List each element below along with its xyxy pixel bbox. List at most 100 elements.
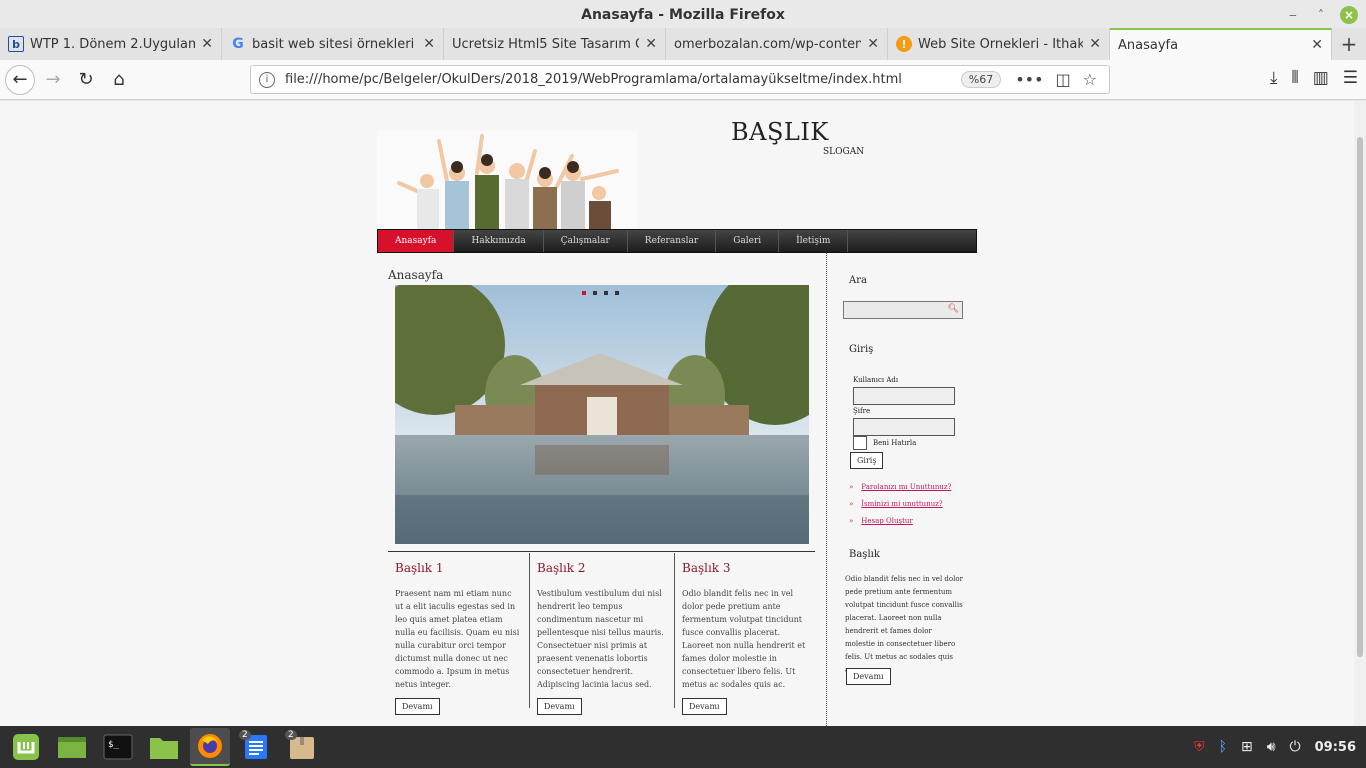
- create-account-link[interactable]: Hesap Oluştur: [861, 513, 912, 530]
- account-links: » Parolanızı mı Unuttunuz? » İsminizi mi u…: [849, 479, 951, 530]
- desktop-icon[interactable]: [52, 728, 92, 766]
- forgot-username-link[interactable]: İsminizi mi unuttunuz?: [861, 496, 942, 513]
- page-actions-icon[interactable]: •••: [1015, 70, 1043, 89]
- close-window-icon[interactable]: ×: [1340, 6, 1358, 24]
- svg-text:$_: $_: [108, 740, 119, 750]
- tab-omerbozalan[interactable]: omerbozalan.com/wp-content/up ✕: [666, 28, 888, 60]
- navigation-toolbar: ← → ↻ ⌂ i file:///home/pc/Belgeler/OkulD…: [0, 60, 1366, 100]
- bluetooth-icon[interactable]: ᛒ: [1219, 739, 1227, 755]
- new-tab-icon[interactable]: +: [1332, 28, 1366, 60]
- remember-me-checkbox[interactable]: [853, 436, 867, 450]
- main-content: Anasayfa Başlık 1 Praesent nam mi etiam …: [377, 253, 827, 726]
- menu-item-calismalar[interactable]: Çalışmalar: [544, 230, 628, 252]
- download-icon[interactable]: ⤓: [1270, 68, 1278, 88]
- username-label: Kullanıcı Adı: [853, 376, 899, 384]
- text-editor-icon[interactable]: 2: [236, 728, 276, 766]
- password-input[interactable]: [853, 418, 955, 436]
- vertical-scrollbar[interactable]: [1354, 101, 1366, 726]
- read-more-button[interactable]: Devamı: [682, 698, 727, 715]
- bullet-icon: »: [849, 483, 854, 491]
- tab-close-icon[interactable]: ✕: [423, 36, 435, 52]
- password-label: Şifre: [853, 407, 871, 415]
- tab-google[interactable]: G basit web sitesi örnekleri - Go ✕: [222, 28, 444, 60]
- sidebar: Ara 🔍︎ Giriş Kullanıcı Adı Şifre Beni Ha…: [826, 253, 977, 726]
- files-icon[interactable]: [144, 728, 184, 766]
- column-title: Başlık 1: [395, 561, 444, 575]
- column-title: Başlık 3: [682, 561, 731, 575]
- tab-label: Anasayfa: [1118, 37, 1179, 53]
- page-heading: Anasayfa: [388, 268, 444, 282]
- back-icon[interactable]: ←: [5, 64, 35, 95]
- maximize-icon[interactable]: ˄: [1312, 6, 1330, 24]
- url-bar[interactable]: i file:///home/pc/Belgeler/OkulDers/2018…: [250, 65, 1110, 94]
- tab-label: omerbozalan.com/wp-content/up: [674, 36, 862, 52]
- tab-close-icon[interactable]: ✕: [201, 36, 213, 52]
- username-input[interactable]: [853, 387, 955, 405]
- menu-item-galeri[interactable]: Galeri: [716, 230, 780, 252]
- column-text: Praesent nam mi etiam nunc ut a elit iac…: [395, 589, 520, 689]
- forward-icon[interactable]: →: [38, 65, 68, 95]
- tab-close-icon[interactable]: ✕: [645, 36, 657, 52]
- menu-icon[interactable]: ☰: [1343, 68, 1358, 88]
- power-icon[interactable]: ⏻: [1290, 739, 1301, 755]
- website: BAŞLIK SLOGAN Anasayfa Hakkımızda Çalışm…: [377, 101, 977, 726]
- site-info-icon[interactable]: i: [259, 71, 275, 88]
- sidebar-icon[interactable]: ▥: [1313, 68, 1329, 88]
- search-heading: Ara: [849, 275, 867, 286]
- scrollbar-thumb[interactable]: [1357, 137, 1363, 657]
- tab-ithaki[interactable]: ! Web Site Örnekleri - İthaki Aja ✕: [888, 28, 1110, 60]
- site-header: BAŞLIK SLOGAN: [377, 101, 977, 229]
- reload-icon[interactable]: ↻: [71, 65, 101, 95]
- zoom-badge[interactable]: %67: [960, 71, 1002, 88]
- search-icon[interactable]: 🔍︎: [948, 304, 959, 314]
- url-text[interactable]: file:///home/pc/Belgeler/OkulDers/2018_2…: [285, 72, 961, 87]
- menu-item-referanslar[interactable]: Referanslar: [628, 230, 717, 252]
- slider-dot[interactable]: [615, 291, 619, 295]
- archive-icon[interactable]: 2: [282, 728, 322, 766]
- tab-html5[interactable]: Ücretsiz Html5 Site Tasarım Örne ✕: [444, 28, 666, 60]
- search-input[interactable]: 🔍︎: [843, 301, 963, 319]
- box-read-more-button[interactable]: Devamı: [846, 668, 891, 685]
- library-icon[interactable]: ⫴: [1292, 68, 1299, 88]
- firefox-icon[interactable]: [190, 728, 230, 766]
- tab-close-icon[interactable]: ✕: [1311, 37, 1323, 53]
- clock[interactable]: 09:56: [1315, 740, 1356, 755]
- volume-icon[interactable]: 🔊︎: [1267, 739, 1276, 755]
- login-button[interactable]: Giriş: [850, 452, 884, 469]
- menu-item-hakkimizda[interactable]: Hakkımızda: [454, 230, 544, 252]
- slider-dot[interactable]: [593, 291, 597, 295]
- window-controls: ‒ ˄ ×: [1284, 6, 1358, 24]
- terminal-icon[interactable]: $_: [98, 728, 138, 766]
- list-item: » Parolanızı mı Unuttunuz?: [849, 479, 951, 496]
- box-heading: Başlık: [849, 549, 880, 560]
- header-people-image: [377, 131, 637, 229]
- tab-label: basit web sitesi örnekleri - Go: [252, 36, 417, 52]
- menu-item-anasayfa[interactable]: Anasayfa: [378, 230, 455, 252]
- tab-close-icon[interactable]: ✕: [867, 36, 879, 52]
- taskbar: $_ 2 2 ⛨ ᛒ ⊞ 🔊︎ ⏻ 09:56: [0, 726, 1366, 768]
- column-text: Vestibulum vestibulum dui nisl hendrerit…: [537, 589, 664, 689]
- slider-dot[interactable]: [582, 291, 586, 295]
- pocket-icon[interactable]: ◫: [1056, 70, 1071, 89]
- forgot-password-link[interactable]: Parolanızı mı Unuttunuz?: [861, 479, 951, 496]
- read-more-button[interactable]: Devamı: [395, 698, 440, 715]
- shield-icon[interactable]: ⛨: [1194, 739, 1205, 755]
- image-slider[interactable]: [395, 285, 809, 544]
- tab-wtp[interactable]: b WTP 1. Dönem 2.Uygulama s ✕: [0, 28, 222, 60]
- content-column: Başlık 1 Praesent nam mi etiam nunc ut a…: [388, 553, 529, 715]
- system-tray: ⛨ ᛒ ⊞ 🔊︎ ⏻ 09:56: [1194, 726, 1356, 768]
- window-title: Anasayfa - Mozilla Firefox: [581, 7, 785, 23]
- content-column: Başlık 2 Vestibulum vestibulum dui nisl …: [529, 553, 674, 715]
- google-icon: G: [232, 36, 244, 52]
- window-count-badge: 2: [239, 730, 251, 740]
- home-icon[interactable]: ⌂: [104, 65, 134, 95]
- network-icon[interactable]: ⊞: [1241, 739, 1253, 755]
- linux-mint-menu-icon[interactable]: [6, 728, 46, 766]
- bookmark-star-icon[interactable]: ☆: [1083, 70, 1097, 89]
- menu-item-iletisim[interactable]: İletişim: [779, 230, 849, 252]
- read-more-button[interactable]: Devamı: [537, 698, 582, 715]
- tab-anasayfa[interactable]: Anasayfa ✕: [1110, 28, 1332, 60]
- minimize-icon[interactable]: ‒: [1284, 6, 1302, 24]
- slider-dot[interactable]: [604, 291, 608, 295]
- tab-close-icon[interactable]: ✕: [1089, 36, 1101, 52]
